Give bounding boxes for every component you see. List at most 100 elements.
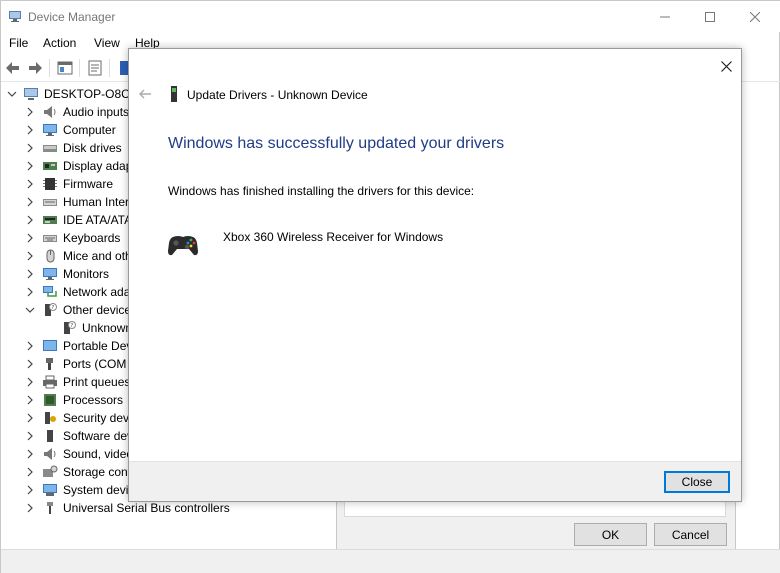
software-icon bbox=[47, 430, 53, 442]
chevron-right-icon[interactable] bbox=[25, 376, 35, 388]
tree-item-label: Display adap bbox=[63, 159, 133, 173]
keyboard-icon bbox=[43, 199, 57, 206]
properties-icon[interactable] bbox=[87, 60, 103, 76]
close-button[interactable]: Close bbox=[664, 471, 730, 493]
chevron-right-icon[interactable] bbox=[25, 214, 35, 226]
ok-button[interactable]: OK bbox=[574, 523, 647, 546]
chevron-right-icon[interactable] bbox=[25, 412, 35, 424]
unknown-device-icon: ? bbox=[45, 303, 57, 316]
usb-icon bbox=[47, 502, 53, 514]
chevron-right-icon[interactable] bbox=[25, 484, 35, 496]
tree-item-label: Human Inter bbox=[63, 195, 130, 209]
portable-icon bbox=[43, 340, 57, 351]
chevron-right-icon[interactable] bbox=[25, 124, 35, 136]
tree-root-label: DESKTOP-O8CM bbox=[44, 87, 140, 101]
tree-item-label: Universal Serial Bus controllers bbox=[63, 501, 230, 515]
unknown-device-icon: ? bbox=[64, 321, 76, 334]
chevron-right-icon[interactable] bbox=[25, 340, 35, 352]
device-manager-icon bbox=[9, 11, 21, 22]
close-window-button[interactable] bbox=[732, 1, 778, 32]
console-tree-icon[interactable] bbox=[57, 60, 73, 76]
dialog-footer: Close bbox=[129, 461, 741, 501]
printer-icon bbox=[43, 375, 57, 389]
monitor-icon bbox=[43, 124, 57, 136]
chevron-right-icon[interactable] bbox=[25, 394, 35, 406]
tree-item-label: Processors bbox=[63, 393, 124, 407]
tree-item-label: IDE ATA/ATA bbox=[63, 213, 133, 227]
chevron-right-icon[interactable] bbox=[25, 448, 35, 460]
system-icon bbox=[43, 484, 57, 496]
update-drivers-dialog: Update Drivers - Unknown Device Windows … bbox=[128, 48, 742, 502]
chevron-right-icon[interactable] bbox=[25, 430, 35, 442]
toolbar-separator bbox=[109, 59, 110, 77]
chevron-right-icon[interactable] bbox=[25, 196, 35, 208]
chevron-right-icon[interactable] bbox=[25, 358, 35, 370]
chevron-right-icon[interactable] bbox=[25, 250, 35, 262]
device-manager-window: Device Manager File Action View Help DES… bbox=[0, 0, 780, 573]
title-bar: Device Manager bbox=[1, 1, 780, 32]
sound-icon bbox=[44, 448, 56, 460]
tree-item-label: Storage cont bbox=[63, 465, 132, 479]
computer-icon bbox=[24, 88, 38, 100]
maximize-button[interactable] bbox=[687, 1, 733, 32]
monitor-icon bbox=[43, 268, 57, 280]
tree-item-label: Audio inputs bbox=[63, 105, 130, 119]
tree-item-label: Ports (COM bbox=[63, 357, 127, 371]
success-heading: Windows has successfully updated your dr… bbox=[168, 135, 505, 152]
chevron-right-icon[interactable] bbox=[25, 232, 35, 244]
mouse-icon bbox=[46, 249, 55, 263]
device-name: Xbox 360 Wireless Receiver for Windows bbox=[223, 230, 444, 244]
gamepad-icon bbox=[168, 236, 198, 256]
disk-icon bbox=[43, 145, 57, 152]
tree-item-label: Monitors bbox=[63, 267, 110, 281]
back-arrow-icon[interactable] bbox=[5, 60, 21, 76]
menu-action[interactable]: Action bbox=[43, 36, 76, 50]
chevron-down-icon[interactable] bbox=[25, 304, 35, 316]
chevron-right-icon[interactable] bbox=[25, 268, 35, 280]
port-icon bbox=[46, 358, 53, 370]
chevron-right-icon[interactable] bbox=[25, 286, 35, 298]
tree-item-label: Sound, video bbox=[63, 447, 134, 461]
chevron-down-icon[interactable] bbox=[7, 88, 17, 100]
ide-icon bbox=[43, 216, 57, 224]
chip-icon bbox=[43, 178, 57, 190]
tree-item-label: System devic bbox=[63, 483, 135, 497]
display-adapter-icon bbox=[43, 162, 57, 170]
maximize-icon bbox=[705, 11, 715, 22]
cancel-button[interactable]: Cancel bbox=[654, 523, 727, 546]
menu-file[interactable]: File bbox=[9, 36, 28, 50]
minimize-button[interactable] bbox=[642, 1, 688, 32]
svg-text:?: ? bbox=[52, 305, 55, 311]
dialog-title: Update Drivers - Unknown Device bbox=[187, 88, 368, 102]
window-title: Device Manager bbox=[28, 10, 116, 24]
menu-view[interactable]: View bbox=[94, 36, 120, 50]
install-message: Windows has finished installing the driv… bbox=[168, 184, 475, 198]
chevron-right-icon[interactable] bbox=[25, 160, 35, 172]
status-bar bbox=[1, 549, 780, 573]
tree-item-label: Unknown bbox=[82, 321, 133, 335]
toolbar-separator bbox=[49, 59, 50, 77]
dialog-close-button[interactable] bbox=[715, 55, 737, 77]
tree-item-label: Keyboards bbox=[63, 231, 121, 245]
speaker-icon bbox=[44, 106, 56, 118]
tree-item-label: Computer bbox=[63, 123, 116, 137]
chevron-right-icon[interactable] bbox=[25, 502, 35, 514]
tree-item-label: Firmware bbox=[63, 177, 113, 191]
tree-item-label: Print queues bbox=[63, 375, 131, 389]
back-arrow-icon[interactable] bbox=[137, 86, 153, 102]
tree-item-label: Other device bbox=[63, 303, 132, 317]
tree-item-label: Disk drives bbox=[63, 141, 122, 155]
svg-text:?: ? bbox=[71, 323, 74, 329]
tree-item-label: Portable Dev bbox=[63, 339, 133, 353]
forward-arrow-icon[interactable] bbox=[27, 60, 43, 76]
close-icon bbox=[750, 11, 760, 22]
minimize-icon bbox=[660, 16, 670, 17]
tree-item-label: Mice and oth bbox=[63, 249, 132, 263]
chevron-right-icon[interactable] bbox=[25, 178, 35, 190]
chevron-right-icon[interactable] bbox=[25, 466, 35, 478]
tree-item-label: Network ada bbox=[63, 285, 131, 299]
security-icon bbox=[45, 412, 56, 424]
tree-item-label: Security dev bbox=[63, 411, 130, 425]
chevron-right-icon[interactable] bbox=[25, 106, 35, 118]
chevron-right-icon[interactable] bbox=[25, 142, 35, 154]
